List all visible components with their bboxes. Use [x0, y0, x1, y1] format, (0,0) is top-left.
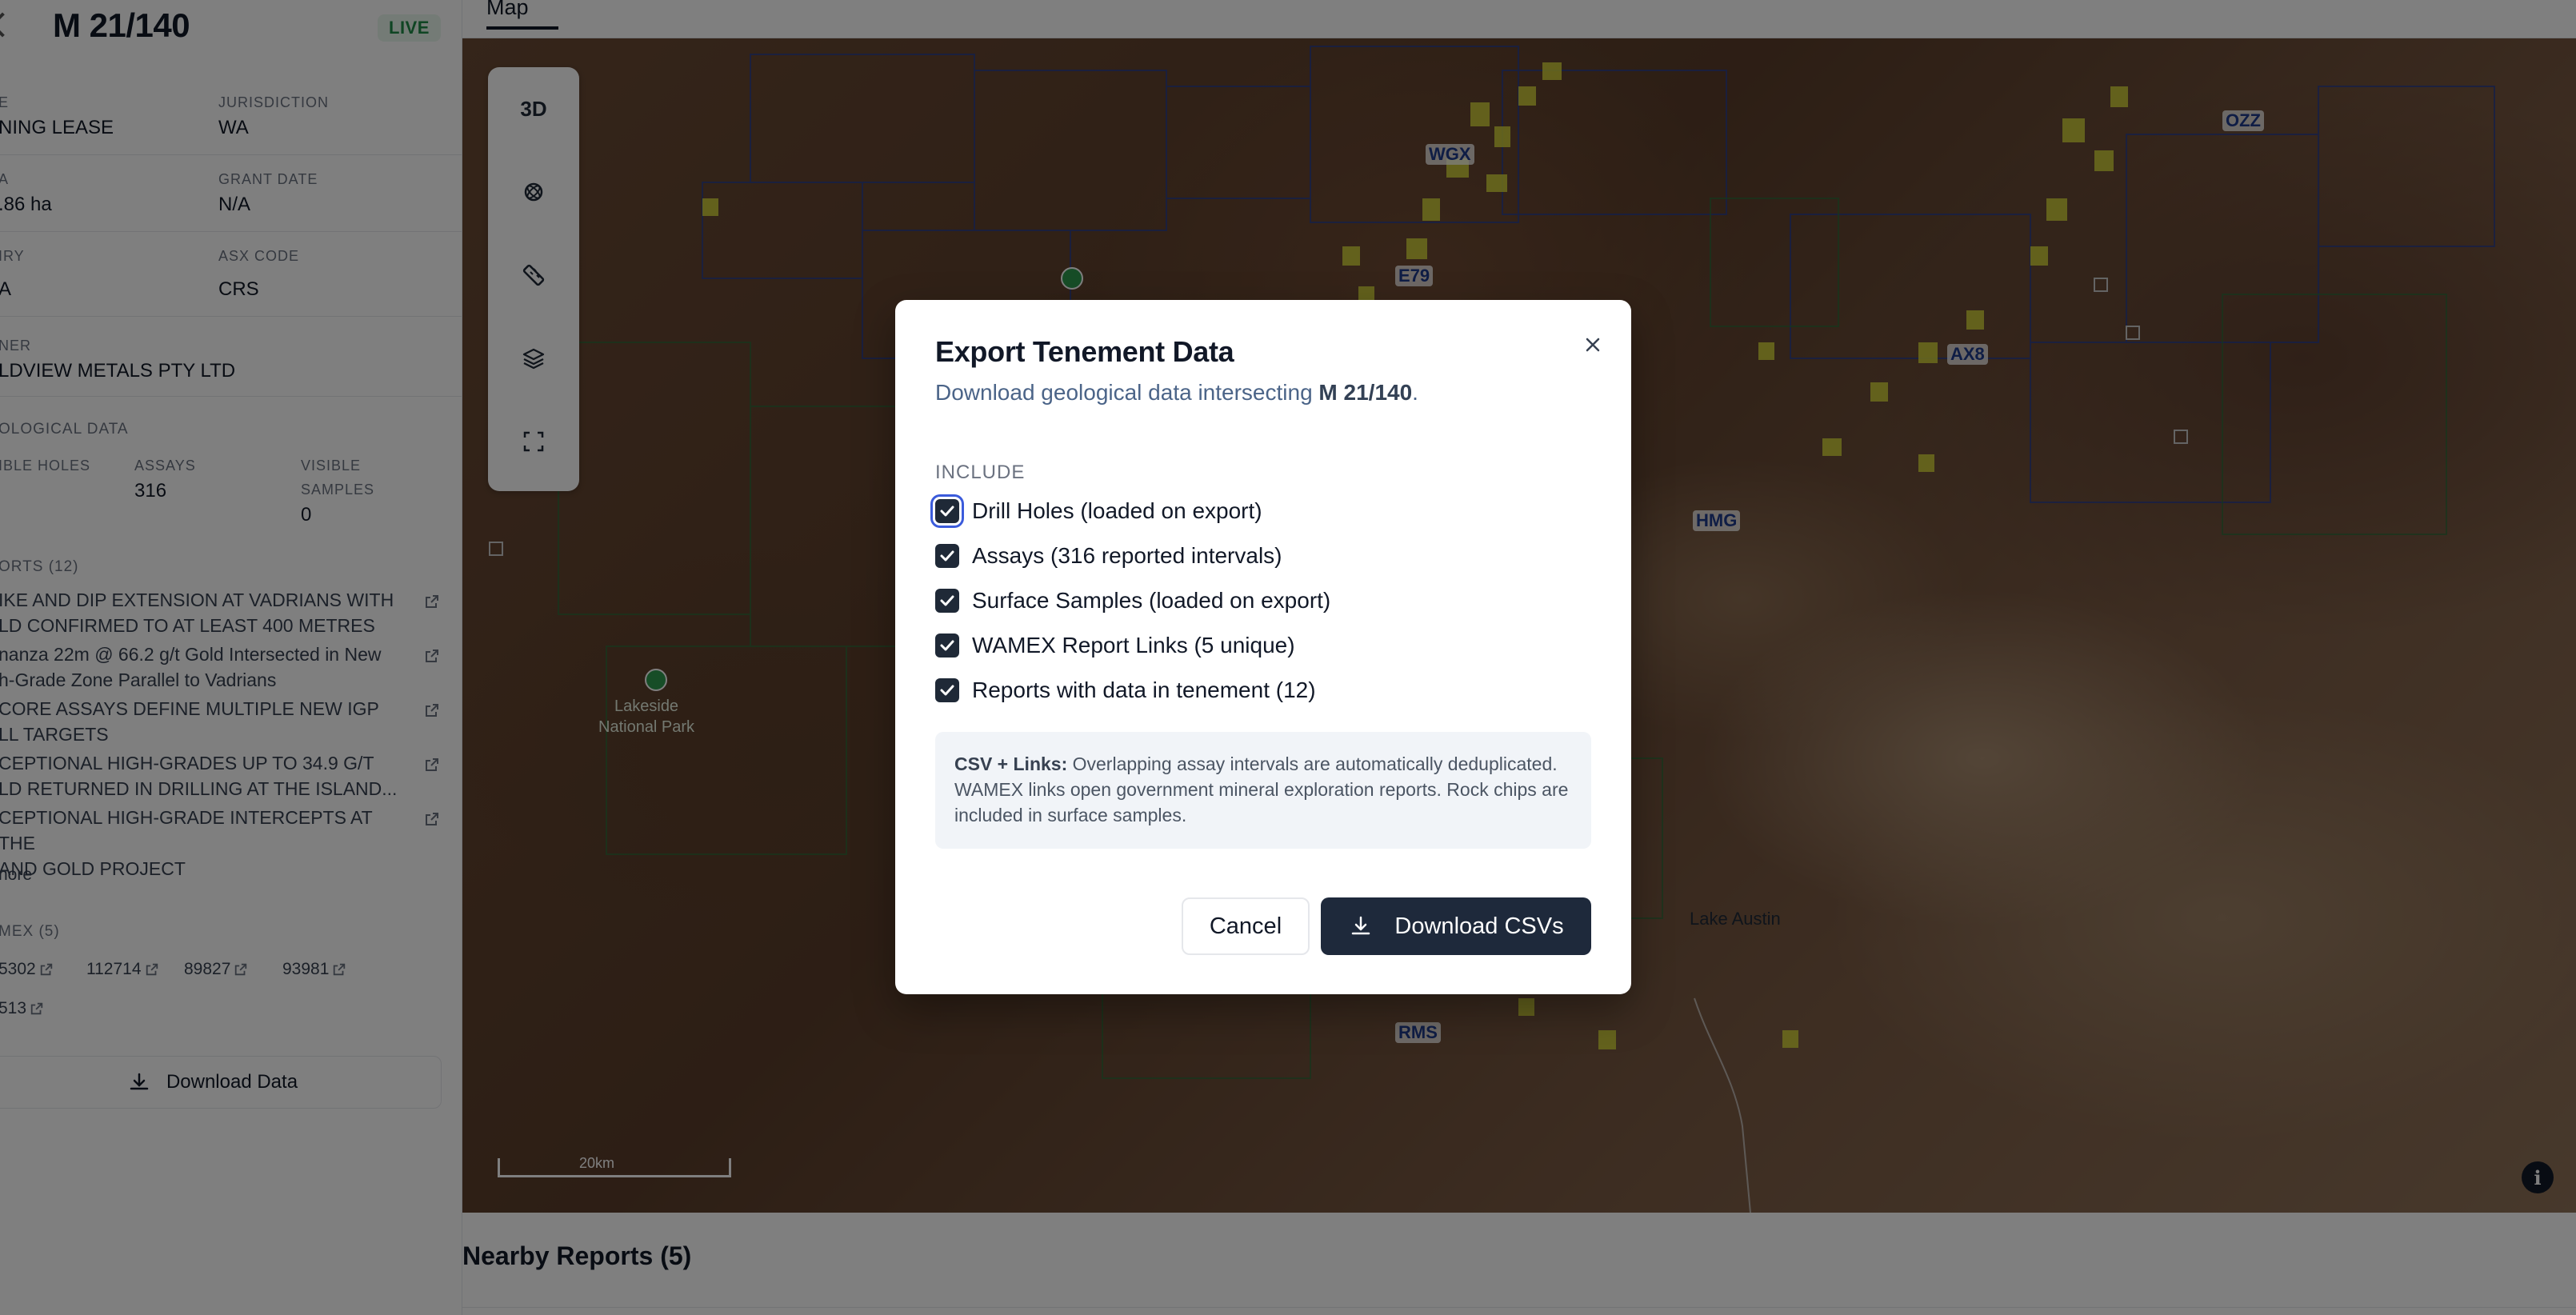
- check-icon: [940, 550, 954, 562]
- reports-checkbox[interactable]: [935, 678, 959, 702]
- cancel-button[interactable]: Cancel: [1182, 897, 1310, 955]
- check-icon: [940, 640, 954, 651]
- option-reports[interactable]: Reports with data in tenement (12): [935, 677, 1316, 703]
- assays-checkbox[interactable]: [935, 544, 959, 568]
- check-icon: [940, 685, 954, 696]
- download-csvs-button[interactable]: Download CSVs: [1321, 897, 1591, 955]
- export-tenement-dialog: Export Tenement Data Download geological…: [895, 300, 1631, 994]
- reports-option-label: Reports with data in tenement (12): [972, 677, 1316, 702]
- assays-option-label: Assays (316 reported intervals): [972, 543, 1282, 568]
- surface-samples-label: Surface Samples (loaded on export): [972, 588, 1331, 613]
- option-wamex-links[interactable]: WAMEX Report Links (5 unique): [935, 633, 1295, 658]
- close-button[interactable]: [1577, 329, 1609, 361]
- description-period: .: [1412, 380, 1418, 405]
- info-note-heading: CSV + Links:: [954, 753, 1068, 774]
- description-tenement-id: M 21/140: [1318, 380, 1413, 405]
- drill-holes-checkbox[interactable]: [935, 499, 959, 523]
- include-heading: INCLUDE: [935, 462, 1026, 483]
- download-csvs-label: Download CSVs: [1394, 913, 1564, 939]
- option-assays[interactable]: Assays (316 reported intervals): [935, 543, 1282, 569]
- dialog-description: Download geological data intersecting M …: [935, 380, 1418, 406]
- wamex-links-label: WAMEX Report Links (5 unique): [972, 633, 1295, 658]
- drill-holes-label: Drill Holes (loaded on export): [972, 498, 1262, 523]
- description-text: Download geological data intersecting: [935, 380, 1319, 405]
- download-icon: [1352, 916, 1370, 935]
- check-icon: [940, 506, 954, 517]
- csv-info-note: CSV + Links: Overlapping assay intervals…: [935, 732, 1591, 849]
- close-icon: [1586, 338, 1600, 352]
- option-drill-holes[interactable]: Drill Holes (loaded on export): [935, 498, 1262, 524]
- check-icon: [940, 595, 954, 606]
- wamex-links-checkbox[interactable]: [935, 634, 959, 658]
- dialog-title: Export Tenement Data: [935, 335, 1234, 368]
- surface-samples-checkbox[interactable]: [935, 589, 959, 613]
- option-surface-samples[interactable]: Surface Samples (loaded on export): [935, 588, 1330, 614]
